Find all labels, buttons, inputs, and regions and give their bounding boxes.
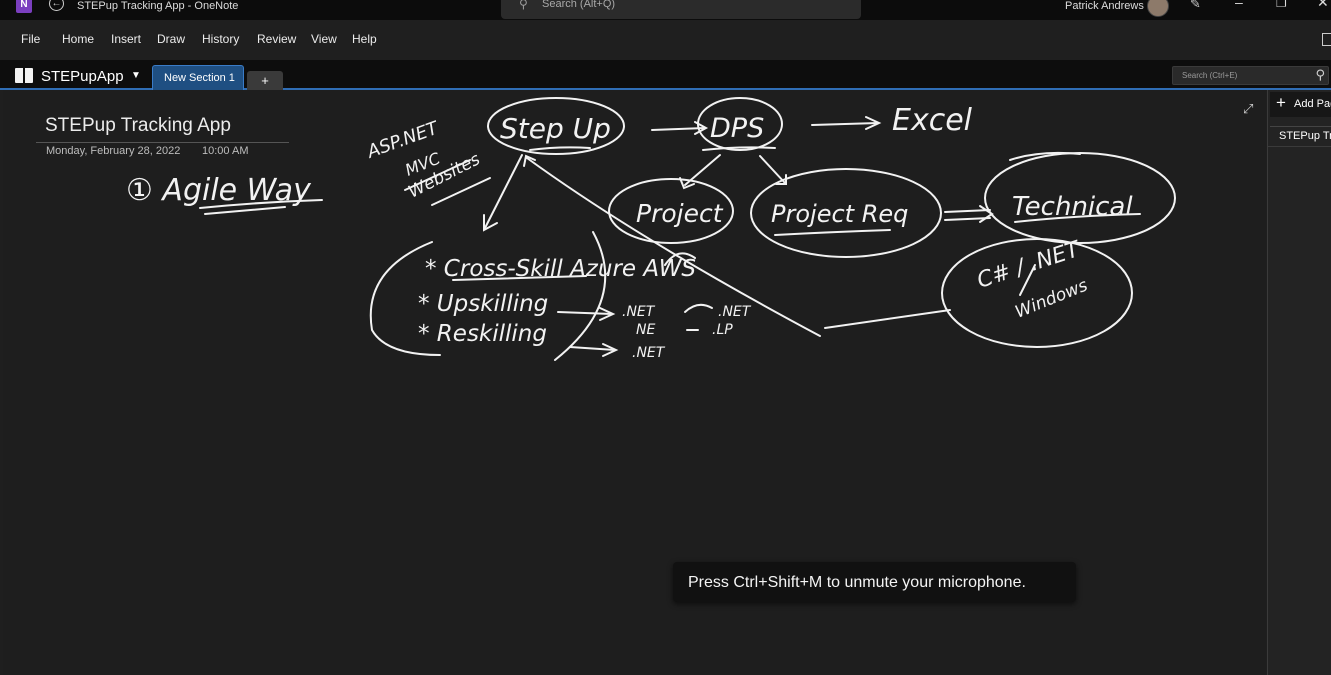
- menu-view[interactable]: View: [311, 32, 337, 46]
- toast-message: Press Ctrl+Shift+M to unmute your microp…: [688, 574, 1026, 591]
- ribbon-menu-bar: File Home Insert Draw History Review Vie…: [0, 20, 1331, 60]
- chevron-down-icon[interactable]: ▼: [131, 70, 141, 81]
- minimize-icon[interactable]: –: [1235, 0, 1243, 10]
- notebook-icon: [15, 68, 33, 83]
- menu-draw[interactable]: Draw: [157, 32, 185, 46]
- menu-file[interactable]: File: [21, 32, 40, 46]
- add-page-button[interactable]: + Add Page: [1270, 92, 1331, 117]
- user-name[interactable]: Patrick Andrews: [1065, 0, 1144, 12]
- plus-icon: +: [1276, 93, 1286, 112]
- expand-icon[interactable]: ⤢: [1243, 101, 1253, 117]
- page-time: 10:00 AM: [202, 145, 249, 157]
- search-icon: ⚲: [519, 0, 528, 11]
- unmute-toast: Press Ctrl+Shift+M to unmute your microp…: [673, 562, 1076, 602]
- menu-home[interactable]: Home: [62, 32, 94, 46]
- page-canvas[interactable]: [3, 90, 1266, 675]
- search-placeholder: Search (Alt+Q): [542, 0, 616, 10]
- menu-help[interactable]: Help: [352, 32, 377, 46]
- page-list-pane: [1267, 90, 1331, 675]
- page-pane-divider: [1270, 126, 1331, 127]
- page-pane-line: [1268, 146, 1331, 147]
- immersive-reader-icon[interactable]: [1322, 33, 1331, 46]
- notebook-search-placeholder: Search (Ctrl+E): [1182, 71, 1238, 80]
- close-icon[interactable]: ✕: [1317, 0, 1329, 11]
- search-icon: ⚲: [1315, 67, 1325, 82]
- add-section-button[interactable]: +: [247, 71, 283, 90]
- menu-insert[interactable]: Insert: [111, 32, 141, 46]
- tab-new-section-1[interactable]: New Section 1: [152, 65, 244, 90]
- page-list-item[interactable]: STEPup Tracking App: [1279, 130, 1331, 142]
- onenote-logo-icon: N: [16, 0, 32, 13]
- section-tab-label: New Section 1: [164, 72, 235, 84]
- page-title[interactable]: STEPup Tracking App: [45, 115, 231, 137]
- window-title: STEPup Tracking App - OneNote: [77, 0, 239, 12]
- avatar[interactable]: [1147, 0, 1169, 17]
- page-date: Monday, February 28, 2022: [46, 145, 181, 157]
- menu-history[interactable]: History: [202, 32, 239, 46]
- notebook-search-input[interactable]: Search (Ctrl+E) ⚲: [1172, 66, 1329, 85]
- restore-icon[interactable]: ❐: [1276, 0, 1287, 10]
- add-page-label: Add Page: [1294, 98, 1331, 110]
- menu-review[interactable]: Review: [257, 32, 296, 46]
- title-bar: N ← STEPup Tracking App - OneNote ⚲ Sear…: [0, 0, 1331, 20]
- back-arrow-icon[interactable]: ←: [49, 0, 64, 11]
- pen-icon[interactable]: ✎: [1190, 0, 1201, 12]
- notebook-name[interactable]: STEPupApp: [41, 68, 124, 85]
- search-input[interactable]: ⚲ Search (Alt+Q): [501, 0, 861, 19]
- title-divider: [36, 142, 289, 143]
- notebook-bar: STEPupApp ▼ New Section 1 + Search (Ctrl…: [0, 60, 1331, 90]
